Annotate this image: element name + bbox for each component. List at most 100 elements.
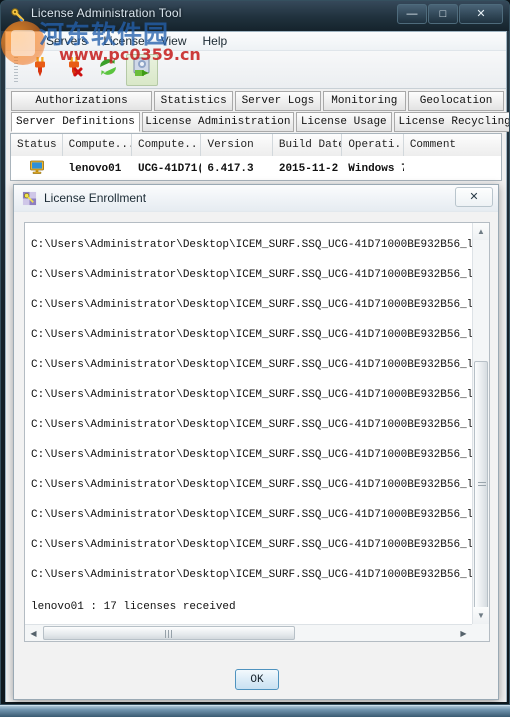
cell-status xyxy=(11,159,63,179)
tab-label: Authorizations xyxy=(35,95,128,107)
dialog-title: License Enrollment xyxy=(44,191,147,205)
log-line: C:\Users\Administrator\Desktop\ICEM_SURF… xyxy=(31,569,472,581)
enrollment-log-lines: C:\Users\Administrator\Desktop\ICEM_SURF… xyxy=(25,223,472,623)
tab-server-definitions[interactable]: Server Definitions xyxy=(11,112,140,132)
vertical-scrollbar-thumb[interactable] xyxy=(474,361,488,609)
log-line: C:\Users\Administrator\Desktop\ICEM_SURF… xyxy=(31,449,472,461)
log-line: C:\Users\Administrator\Desktop\ICEM_SURF… xyxy=(31,539,472,551)
computer-icon xyxy=(29,159,45,179)
tab-label: License Recycling xyxy=(398,116,510,128)
tab-label: Geolocation xyxy=(419,95,493,107)
scrollbar-corner xyxy=(472,624,489,641)
horizontal-scrollbar[interactable]: ◀ ▶ xyxy=(25,624,472,641)
column-header-status[interactable]: Status xyxy=(11,134,63,156)
column-header-version[interactable]: Version xyxy=(201,134,273,156)
license-enrollment-button[interactable] xyxy=(126,53,158,86)
chevron-up-icon: ▲ xyxy=(477,227,485,236)
grip-icon xyxy=(478,482,486,488)
close-icon: ✕ xyxy=(476,8,486,20)
dialog-titlebar[interactable]: License Enrollment ✕ xyxy=(14,185,498,212)
log-line: C:\Users\Administrator\Desktop\ICEM_SURF… xyxy=(31,269,472,281)
tab-license-administration[interactable]: License Administration xyxy=(141,112,294,132)
license-key-icon xyxy=(22,191,37,206)
minimize-button[interactable]: — xyxy=(397,4,427,24)
tab-label: Server Logs xyxy=(241,95,315,107)
log-line: C:\Users\Administrator\Desktop\ICEM_SURF… xyxy=(31,299,472,311)
dialog-body: C:\Users\Administrator\Desktop\ICEM_SURF… xyxy=(14,212,500,662)
key-icon xyxy=(10,7,26,23)
table-header-row: Status Compute... Compute... Version Bui… xyxy=(11,134,501,156)
maximize-icon: □ xyxy=(439,8,447,20)
license-administration-tool-window: License Administration Tool — □ ✕ Server… xyxy=(0,0,510,705)
tab-label: Statistics xyxy=(160,95,227,107)
menu-help[interactable]: Help xyxy=(203,34,228,48)
table-row[interactable]: lenovo01 UCG-41D71( 6.417.3 2015-11-2 Wi… xyxy=(11,156,501,180)
taskbar xyxy=(0,705,510,717)
chevron-right-icon: ▶ xyxy=(460,628,467,638)
menubar: Servers License View Help xyxy=(6,32,506,51)
column-header-comment[interactable]: Comment xyxy=(404,134,501,156)
tab-label: Monitoring xyxy=(331,95,398,107)
cell-computer-name: lenovo01 xyxy=(68,162,122,175)
disconnect-server-button[interactable] xyxy=(58,54,90,86)
toolbar-grip[interactable] xyxy=(14,56,18,83)
close-icon: ✕ xyxy=(469,191,479,203)
tab-server-logs[interactable]: Server Logs xyxy=(235,91,321,111)
column-header-computer-name[interactable]: Compute... xyxy=(63,134,133,156)
cell-operating-system: Windows 7 xyxy=(348,162,404,175)
log-line: C:\Users\Administrator\Desktop\ICEM_SURF… xyxy=(31,329,472,341)
cell-build-date: 2015-11-2 xyxy=(278,162,339,175)
window-controls: — □ ✕ xyxy=(396,4,503,24)
horizontal-scrollbar-thumb[interactable] xyxy=(43,626,295,640)
tab-label: Server Definitions xyxy=(16,116,135,128)
menu-license[interactable]: License xyxy=(103,34,144,48)
menu-servers[interactable]: Servers xyxy=(46,34,87,48)
chevron-left-icon: ◀ xyxy=(30,628,37,638)
server-definitions-table: Status Compute... Compute... Version Bui… xyxy=(10,133,502,181)
scroll-right-button[interactable]: ▶ xyxy=(455,625,472,641)
column-header-build-date[interactable]: Build Date xyxy=(273,134,343,156)
column-header-operating-system[interactable]: Operati... xyxy=(342,134,404,156)
licenses-received-status: lenovo01 : 17 licenses received xyxy=(31,601,236,613)
grip-icon xyxy=(165,630,173,638)
dialog-close-button[interactable]: ✕ xyxy=(455,187,493,207)
tab-label: License Administration xyxy=(145,116,291,128)
dialog-footer: OK xyxy=(14,660,500,699)
tab-label: License Usage xyxy=(300,116,387,128)
tab-license-usage[interactable]: License Usage xyxy=(295,112,392,132)
connect-server-icon xyxy=(28,55,52,84)
tab-license-recycling[interactable]: License Recycling xyxy=(393,112,510,132)
disconnect-server-icon xyxy=(62,55,86,84)
log-line: C:\Users\Administrator\Desktop\ICEM_SURF… xyxy=(31,359,472,371)
tabstrip-row-2: Server Definitions License Administratio… xyxy=(6,112,509,133)
refresh-button[interactable] xyxy=(92,54,124,86)
window-title: License Administration Tool xyxy=(31,6,182,20)
tabstrip-row-1: Authorizations Statistics Server Logs Mo… xyxy=(6,91,506,112)
license-enrollment-icon xyxy=(130,55,154,84)
menu-view[interactable]: View xyxy=(161,34,187,48)
license-enrollment-dialog: License Enrollment ✕ C:\Users\Administra… xyxy=(13,184,499,700)
log-line: C:\Users\Administrator\Desktop\ICEM_SURF… xyxy=(31,509,472,521)
log-line: C:\Users\Administrator\Desktop\ICEM_SURF… xyxy=(31,239,472,251)
scroll-down-button[interactable]: ▼ xyxy=(473,607,489,624)
tab-monitoring[interactable]: Monitoring xyxy=(322,91,407,111)
column-header-computer-id[interactable]: Compute... xyxy=(132,134,202,156)
enrollment-log-pane[interactable]: C:\Users\Administrator\Desktop\ICEM_SURF… xyxy=(24,222,490,642)
maximize-button[interactable]: □ xyxy=(428,4,458,24)
vertical-scrollbar[interactable]: ▲ ▼ xyxy=(472,223,489,624)
tab-statistics[interactable]: Statistics xyxy=(154,91,234,111)
toolbar xyxy=(6,51,506,89)
window-titlebar[interactable]: License Administration Tool — □ ✕ xyxy=(1,1,509,31)
log-line: C:\Users\Administrator\Desktop\ICEM_SURF… xyxy=(31,389,472,401)
connect-server-button[interactable] xyxy=(24,54,56,86)
screenshot-root: License Administration Tool — □ ✕ Server… xyxy=(0,0,510,717)
tab-authorizations[interactable]: Authorizations xyxy=(11,91,153,111)
scroll-up-button[interactable]: ▲ xyxy=(473,223,489,240)
refresh-icon xyxy=(96,55,120,84)
tab-geolocation[interactable]: Geolocation xyxy=(408,91,505,111)
ok-button[interactable]: OK xyxy=(235,669,279,690)
chevron-down-icon: ▼ xyxy=(477,611,485,620)
scroll-left-button[interactable]: ◀ xyxy=(25,625,42,641)
close-button[interactable]: ✕ xyxy=(459,4,503,24)
log-line: C:\Users\Administrator\Desktop\ICEM_SURF… xyxy=(31,479,472,491)
